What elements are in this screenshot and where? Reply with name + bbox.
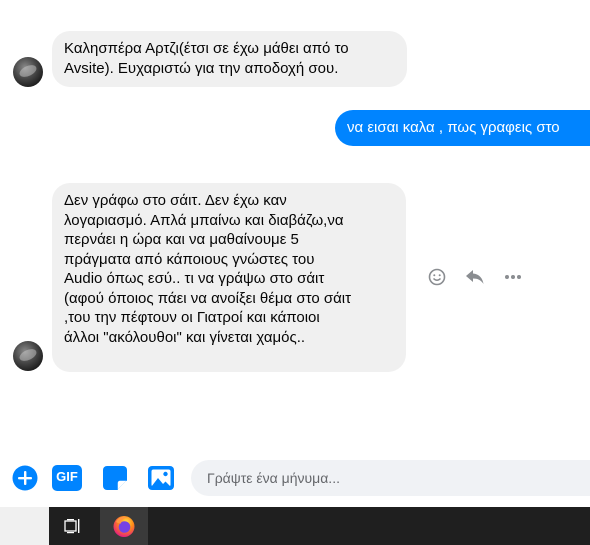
sticker-icon[interactable] [101, 464, 129, 492]
more-icon[interactable] [494, 267, 532, 287]
smiley-icon[interactable] [418, 267, 456, 287]
add-icon[interactable] [11, 464, 39, 492]
outgoing-message-bubble: να εισαι καλα , πως γραφεις στο [335, 110, 590, 146]
taskbar [49, 507, 590, 545]
incoming-message-bubble: Δεν γράφω στο σάιτ. Δεν έχω καν λογαριασ… [52, 183, 406, 372]
chat-thread: Καλησπέρα Αρτζι(έτσι σε έχω μάθει από το… [0, 0, 590, 507]
reply-icon[interactable] [456, 267, 494, 287]
gif-icon[interactable]: GIF [52, 464, 82, 492]
message-input-container[interactable] [191, 460, 590, 496]
message-composer: GIF [0, 458, 590, 500]
firefox-icon[interactable] [100, 507, 148, 545]
contact-avatar[interactable] [13, 341, 43, 371]
incoming-message-bubble: Καλησπέρα Αρτζι(έτσι σε έχω μάθει από το… [52, 31, 407, 87]
message-actions [418, 267, 532, 287]
photo-icon[interactable] [147, 464, 175, 492]
gif-label: GIF [56, 469, 78, 484]
message-input[interactable] [205, 469, 576, 487]
contact-avatar[interactable] [13, 57, 43, 87]
task-view-icon[interactable] [49, 507, 97, 545]
